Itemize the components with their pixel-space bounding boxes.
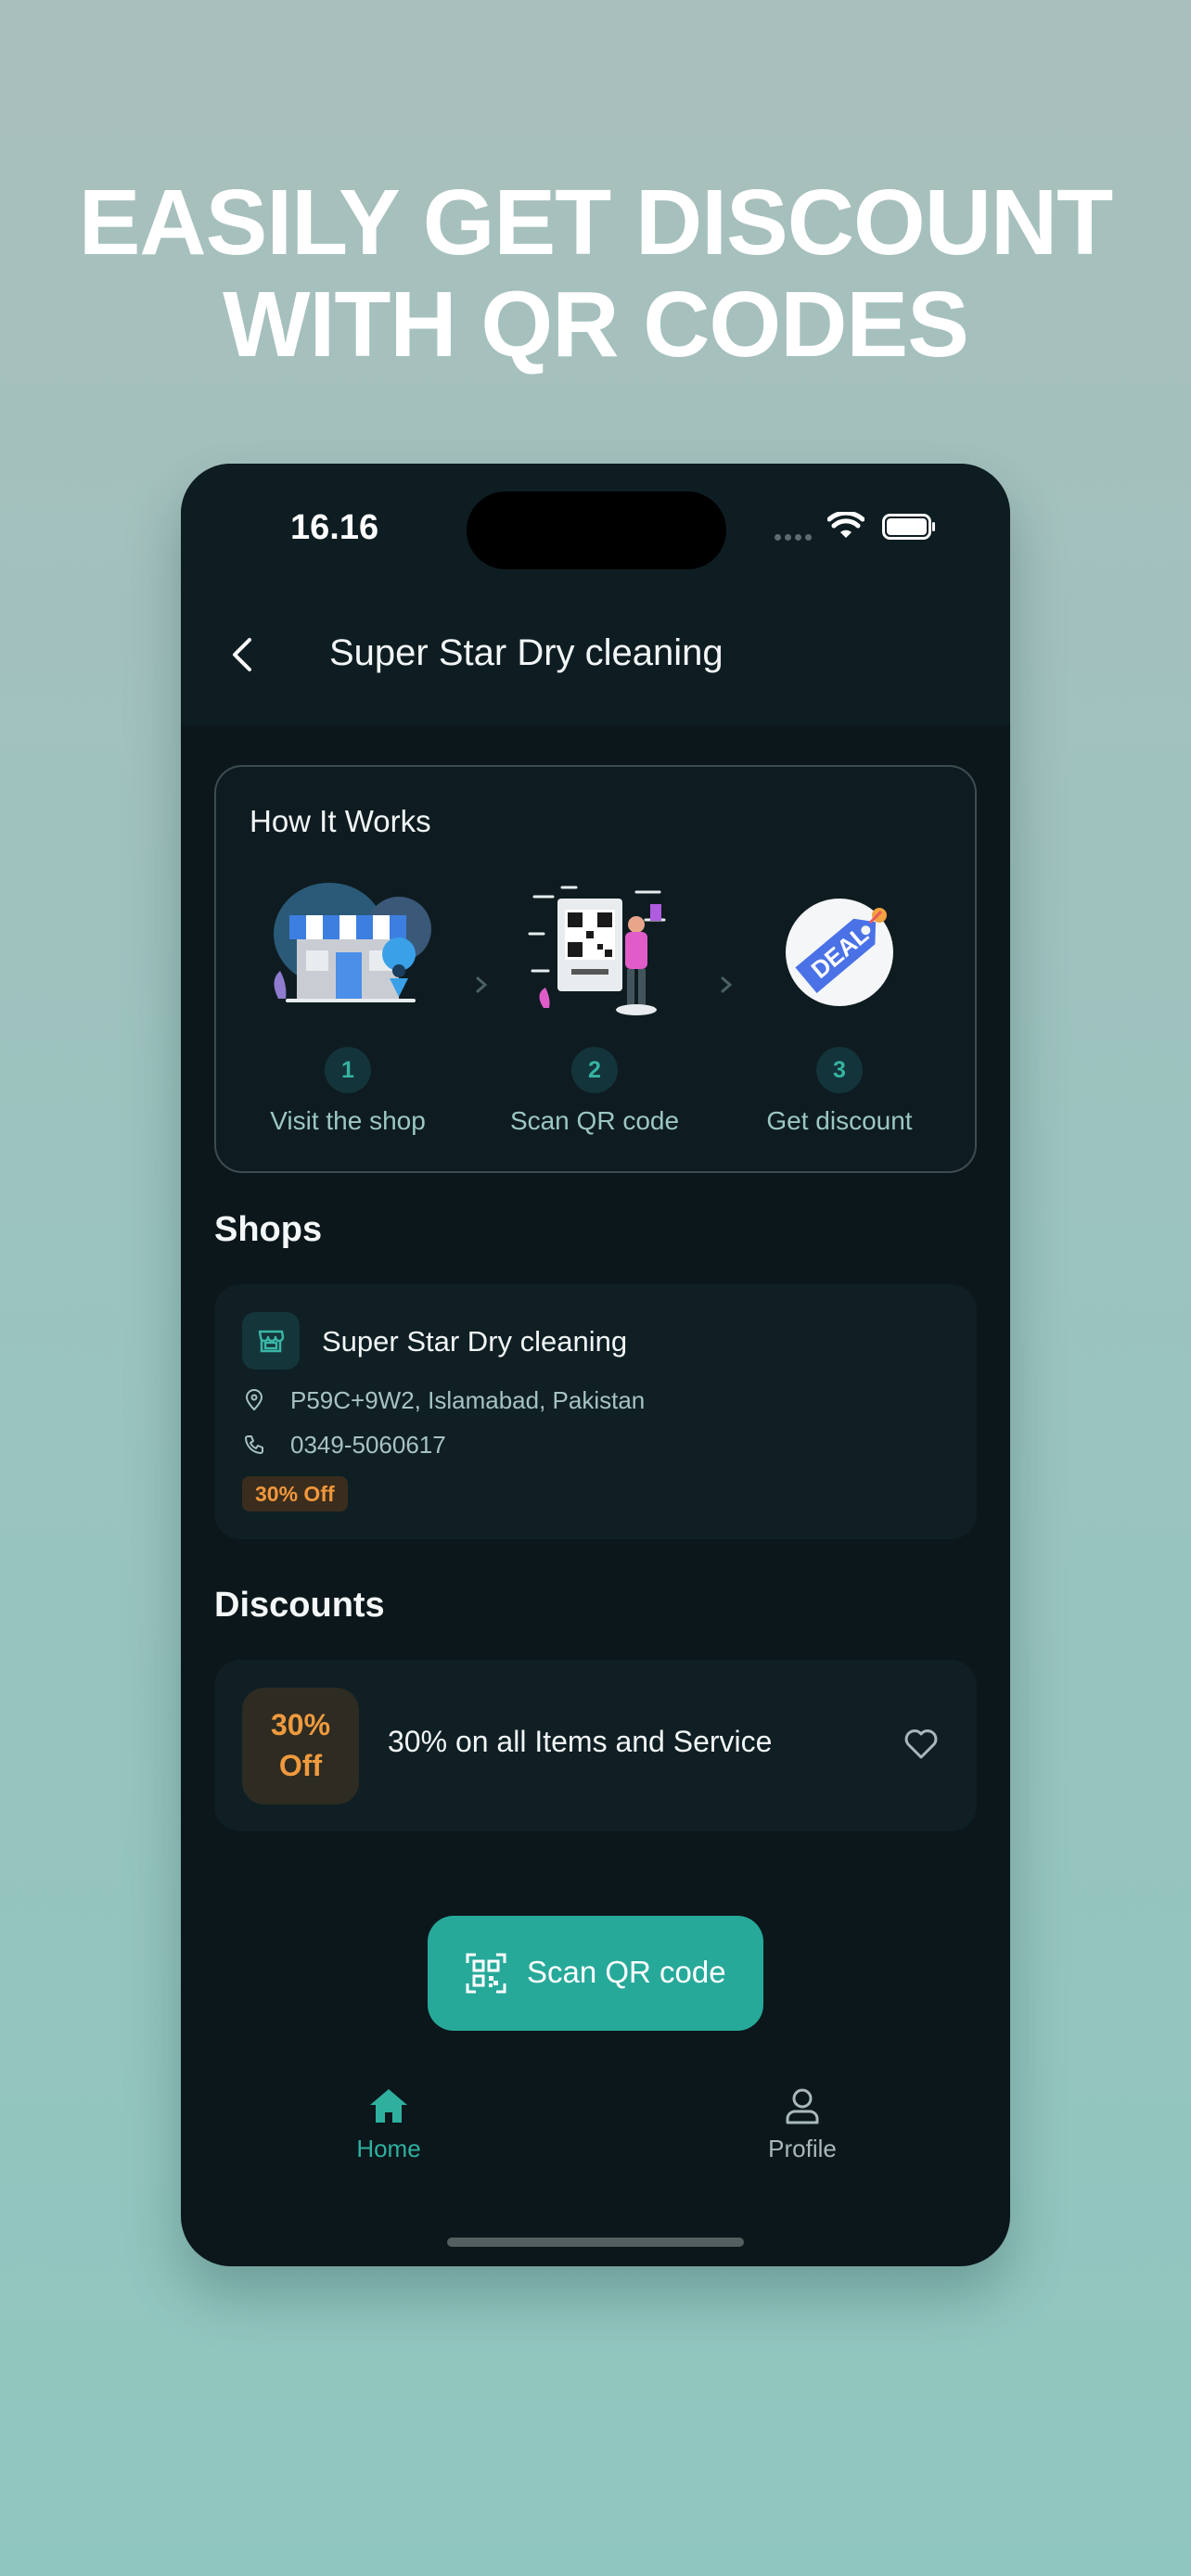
status-time: 16.16 xyxy=(290,508,379,547)
discount-badge: 30% Off xyxy=(242,1688,359,1804)
shop-address: P59C+9W2, Islamabad, Pakistan xyxy=(290,1386,646,1414)
profile-icon xyxy=(786,2088,819,2124)
step-label: Get discount xyxy=(766,1106,913,1135)
headline-line-2: WITH QR CODES xyxy=(223,273,969,376)
shop-discount-badge: 30% Off xyxy=(242,1476,348,1511)
step-get-discount: DEAL 3 Get discount xyxy=(717,878,962,1136)
step-number: 2 xyxy=(571,1047,618,1093)
tab-profile[interactable]: Profile xyxy=(710,2086,895,2163)
qr-code-icon xyxy=(466,1953,506,1994)
qr-scan-illustration-icon xyxy=(528,886,666,1015)
wifi-icon xyxy=(827,512,864,538)
shop-name: Super Star Dry cleaning xyxy=(322,1325,628,1358)
store-icon xyxy=(258,1330,285,1353)
discount-card[interactable]: 30% Off 30% on all Items and Service xyxy=(214,1660,977,1831)
home-icon xyxy=(370,2089,407,2123)
headline: EASILY GET DISCOUNT WITH QR CODES xyxy=(0,172,1191,376)
shop-card[interactable]: Super Star Dry cleaning P59C+9W2, Islama… xyxy=(214,1284,977,1539)
phone-screen: 16.16 Super Star Dry cleaning How It Wor… xyxy=(181,464,1010,2266)
battery-icon xyxy=(882,514,935,540)
step-label: Scan QR code xyxy=(509,1106,680,1135)
discount-badge-value: 30% xyxy=(270,1708,331,1741)
tab-home-label: Home xyxy=(356,2135,421,2162)
back-button[interactable] xyxy=(222,632,266,677)
tab-profile-label: Profile xyxy=(768,2135,837,2162)
page-title: Super Star Dry cleaning xyxy=(329,632,724,673)
discount-description: 30% on all Items and Service xyxy=(388,1725,773,1758)
location-pin-icon xyxy=(245,1389,263,1411)
tab-home[interactable]: Home xyxy=(296,2086,481,2163)
shop-icon-box xyxy=(242,1312,300,1370)
step-number: 3 xyxy=(816,1047,863,1093)
step-number: 1 xyxy=(325,1047,371,1093)
headline-line-1: EASILY GET DISCOUNT xyxy=(78,171,1114,274)
shop-phone: 0349-5060617 xyxy=(290,1431,446,1459)
discounts-section-title: Discounts xyxy=(214,1586,385,1625)
dynamic-island xyxy=(467,491,726,569)
shop-illustration-icon xyxy=(274,883,431,1002)
shops-section-title: Shops xyxy=(214,1210,323,1249)
signal-icon xyxy=(775,529,815,545)
scan-qr-button-label: Scan QR code xyxy=(527,1955,726,1989)
phone-icon xyxy=(245,1435,263,1454)
step-visit-shop: 1 Visit the shop xyxy=(225,878,470,1136)
step-scan-qr: 2 Scan QR code xyxy=(472,878,717,1136)
deal-tag-illustration-icon: DEAL xyxy=(786,899,893,1006)
how-it-works-card: How It Works 1 Visit the shop 2 Scan QR … xyxy=(214,765,977,1173)
heart-icon[interactable] xyxy=(901,1723,941,1764)
discount-badge-unit: Off xyxy=(278,1749,323,1782)
scan-qr-button[interactable]: Scan QR code xyxy=(428,1916,763,2031)
home-indicator xyxy=(447,2238,744,2247)
how-it-works-title: How It Works xyxy=(250,804,431,838)
step-label: Visit the shop xyxy=(270,1106,426,1135)
